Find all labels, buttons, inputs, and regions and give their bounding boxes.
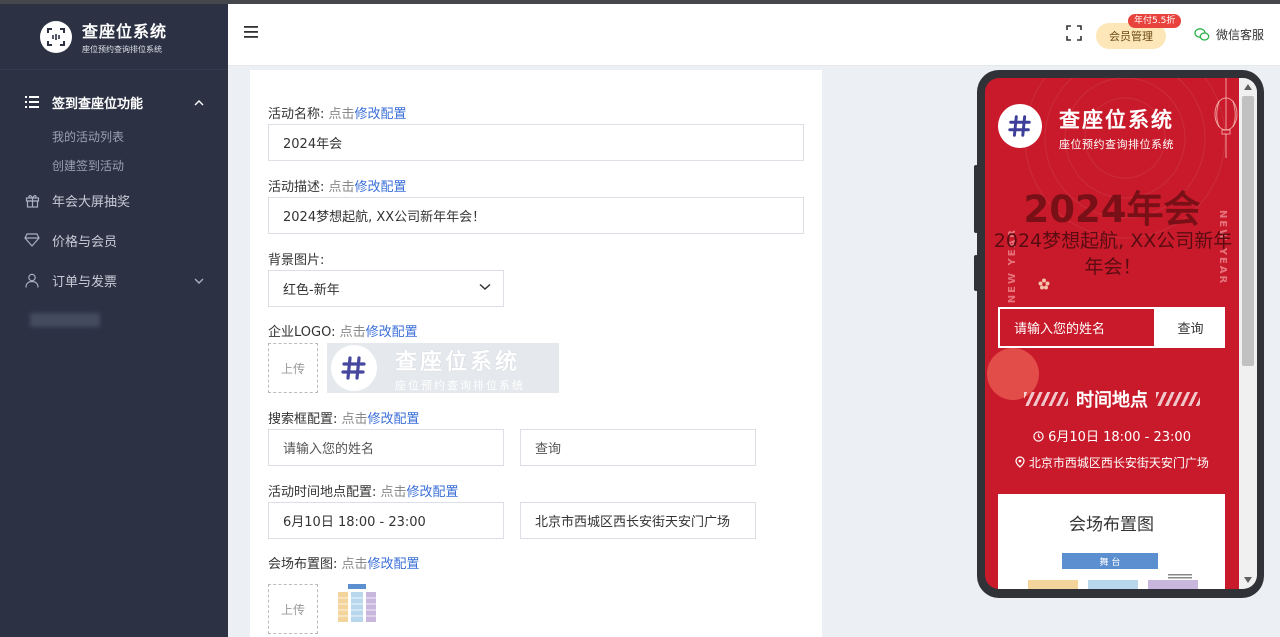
phone-layout-card: 会场布置图 舞 台 [998, 494, 1225, 589]
brand-logo-icon [40, 20, 72, 53]
edit-config-link[interactable]: 修改配置 [368, 557, 420, 572]
menu-toggle-icon[interactable] [244, 26, 260, 42]
sidebar-menu: 签到查座位功能 我的活动列表 创建签到活动 年会大屏抽奖 价格与会员 订单与发票 [0, 70, 228, 340]
scrollbar-thumb[interactable] [1242, 96, 1254, 366]
phone-search-input[interactable]: 请输入您的姓名 [998, 307, 1156, 348]
sidebar-item-label: 订单与发票 [52, 274, 118, 290]
phone-preview-scrollbar[interactable] [1239, 78, 1257, 589]
sidebar-item-checkin-seat[interactable]: 签到查座位功能 [0, 82, 228, 122]
config-form: 活动名称: 点击修改配置 2024年会 活动描述: 点击修改配置 2024梦想起… [250, 70, 822, 637]
logo-preview: 查座位系统 座位预约查询排位系统 [327, 343, 559, 393]
chevron-down-icon [479, 283, 491, 291]
edit-config-link[interactable]: 修改配置 [355, 107, 407, 122]
phone-stage-label: 舞 台 [1062, 553, 1158, 569]
place-input[interactable]: 北京市西城区西长安街天安门广场 [520, 502, 756, 539]
list-icon [24, 94, 40, 110]
phone-event-address: 北京市西城区西长安街天安门广场 [985, 454, 1239, 471]
hash-logo-icon [331, 345, 377, 391]
wechat-service-link[interactable]: 微信客服 [1194, 26, 1264, 43]
chevron-up-icon [194, 95, 204, 110]
wechat-icon [1194, 28, 1210, 41]
diamond-icon [24, 232, 40, 248]
edit-config-link[interactable]: 修改配置 [407, 485, 459, 500]
phone-event-time: 6月10日 18:00 - 23:00 [985, 426, 1239, 445]
blurred-user-info [0, 300, 228, 340]
brand-title: 查座位系统 [82, 22, 168, 41]
phone-section-title: 时间地点 [985, 386, 1239, 412]
phone-hash-logo-icon [998, 104, 1042, 148]
activity-name-label: 活动名称: 点击修改配置 [268, 107, 407, 122]
edit-config-link[interactable]: 修改配置 [366, 325, 418, 340]
sidebar-item-label: 年会大屏抽奖 [52, 194, 131, 210]
logo-preview-title: 查座位系统 [395, 349, 521, 375]
activity-name-input[interactable]: 2024年会 [268, 124, 804, 161]
phone-search-bar: 请输入您的姓名 查询 [998, 307, 1225, 348]
wechat-service-label: 微信客服 [1216, 28, 1265, 42]
search-config-label: 搜索框配置: 点击修改配置 [268, 412, 420, 427]
layout-thumbnail [336, 582, 378, 626]
gift-icon [24, 192, 40, 208]
phone-layout-title: 会场布置图 [1069, 515, 1154, 535]
lantern-icon [1213, 78, 1239, 172]
location-icon [1015, 456, 1025, 468]
search-placeholder-input[interactable]: 请输入您的姓名 [268, 429, 504, 466]
search-button-text-input[interactable]: 查询 [520, 429, 756, 466]
phone-brand: 查座位系统 座位预约查询排位系统 [1059, 104, 1174, 152]
sidebar-item-lottery[interactable]: 年会大屏抽奖 [0, 180, 228, 220]
phone-event-title: 2024年会 [1023, 188, 1201, 231]
sidebar-item-pricing[interactable]: 价格与会员 [0, 220, 228, 260]
sidebar: 查座位系统 座位预约查询排位系统 签到查座位功能 我的活动列表 创建签到活动 年… [0, 4, 228, 637]
time-input[interactable]: 6月10日 18:00 - 23:00 [268, 502, 504, 539]
chevron-down-icon [194, 273, 204, 288]
sidebar-subitem-my-activities[interactable]: 我的活动列表 [0, 122, 228, 151]
phone-search-button[interactable]: 查询 [1156, 307, 1225, 348]
logo-upload-button[interactable]: 上传 [268, 343, 318, 393]
edit-config-link[interactable]: 修改配置 [368, 412, 420, 427]
logo-label: 企业LOGO: 点击修改配置 [268, 325, 418, 340]
flower-icon [1038, 278, 1050, 294]
brand: 查座位系统 座位预约查询排位系统 [0, 4, 228, 70]
clock-icon [1033, 431, 1044, 442]
sidebar-item-label: 价格与会员 [52, 234, 118, 250]
top-header: 会员管理 年付5.5折 微信客服 [228, 4, 1280, 66]
background-select-value: 红色-新年 [283, 283, 340, 298]
brand-subtitle: 座位预约查询排位系统 [82, 45, 162, 54]
user-icon [24, 272, 40, 288]
phone-event-desc: 2024梦想起航, XX公司新年年会！ [993, 230, 1233, 278]
activity-desc-label: 活动描述: 点击修改配置 [268, 180, 407, 195]
scroll-down-icon[interactable] [1244, 577, 1252, 583]
vip-discount-badge: 年付5.5折 [1128, 14, 1182, 28]
sidebar-item-label: 签到查座位功能 [52, 96, 144, 112]
phone-preview-screen: 查座位系统 座位预约查询排位系统 NEW YEAR NEW YEAR 2024年… [985, 78, 1239, 589]
sidebar-item-orders[interactable]: 订单与发票 [0, 260, 228, 300]
venue-layout-label: 会场布置图: 点击修改配置 [268, 557, 420, 572]
activity-desc-input[interactable]: 2024梦想起航, XX公司新年年会！ [268, 197, 804, 234]
phone-seating-preview [1028, 574, 1198, 589]
logo-preview-subtitle: 座位预约查询排位系统 [395, 378, 525, 392]
edit-config-link[interactable]: 修改配置 [355, 180, 407, 195]
time-place-label: 活动时间地点配置: 点击修改配置 [268, 485, 459, 500]
scroll-up-icon[interactable] [1244, 84, 1252, 90]
fullscreen-icon[interactable] [1066, 25, 1084, 43]
background-label: 背景图片: [268, 253, 325, 268]
background-select[interactable]: 红色-新年 [268, 270, 504, 307]
sidebar-subitem-create-activity[interactable]: 创建签到活动 [0, 151, 228, 180]
phone-brand-subtitle: 座位预约查询排位系统 [1059, 138, 1174, 151]
layout-upload-button[interactable]: 上传 [268, 584, 318, 634]
phone-brand-title: 查座位系统 [1059, 108, 1174, 132]
